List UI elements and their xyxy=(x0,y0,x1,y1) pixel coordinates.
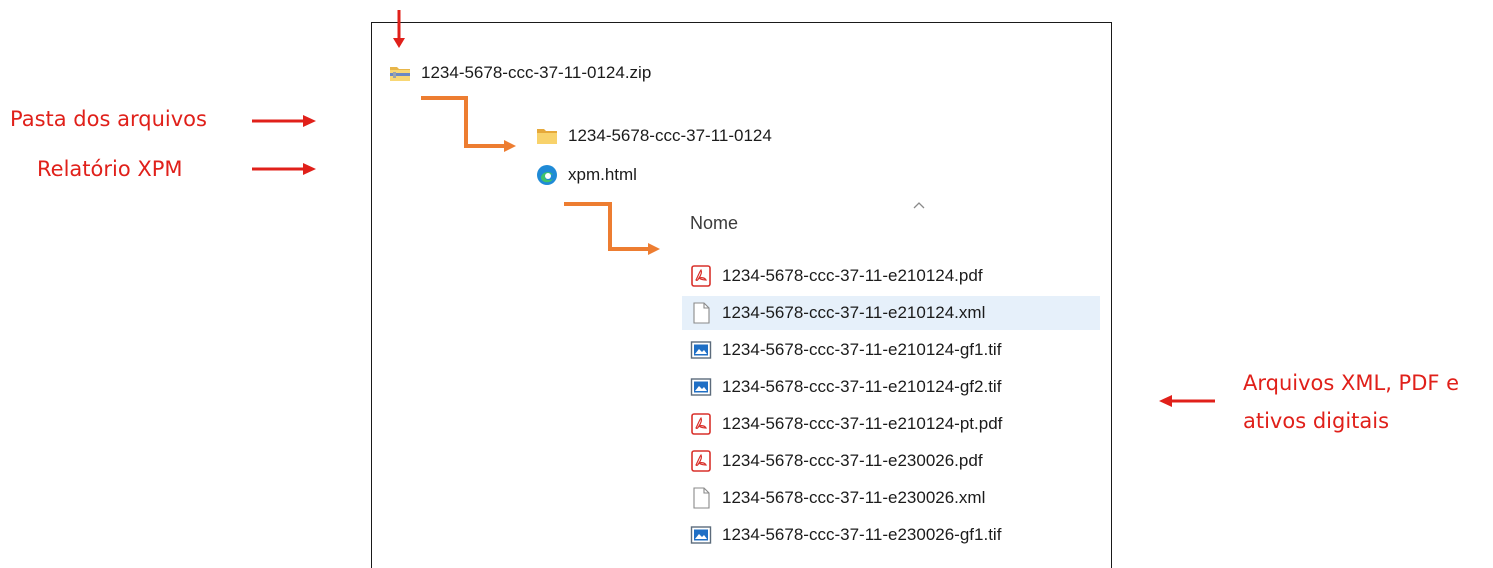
report-red-arrow xyxy=(252,163,316,175)
annotation-arrows xyxy=(252,10,1215,407)
connector-arrow-2 xyxy=(564,202,660,255)
folder-red-arrow xyxy=(252,115,316,127)
assets-red-arrow xyxy=(1159,395,1215,407)
top-red-arrow xyxy=(393,10,405,48)
connector-arrow-1 xyxy=(421,96,516,152)
